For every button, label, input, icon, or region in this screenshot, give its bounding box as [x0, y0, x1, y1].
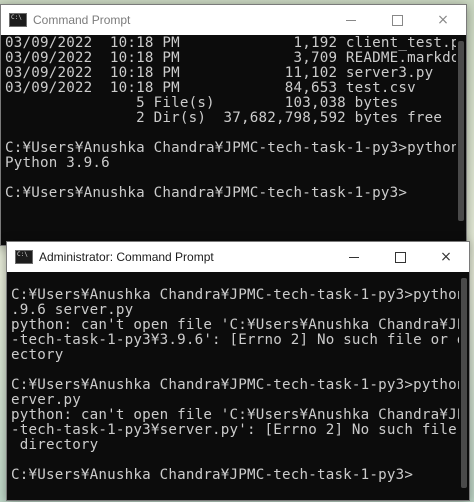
minimize-icon [346, 19, 356, 21]
close-icon: × [440, 249, 452, 265]
console-line: -tech-task-1-py3¥3.9.6': [Errno 2] No su… [11, 332, 470, 348]
window-title: Administrator: Command Prompt [39, 250, 214, 264]
maximize-icon [391, 14, 403, 26]
window-controls: × [331, 242, 469, 272]
command-prompt-window[interactable]: Command Prompt × 03/09/2022 10:18 PM 1,1… [0, 4, 467, 246]
scrollbar-thumb[interactable] [458, 41, 464, 221]
command-prompt-icon [15, 250, 33, 264]
console-output[interactable]: 03/09/2022 10:18 PM 1,192 client_test.py… [1, 35, 466, 201]
maximize-button[interactable] [374, 5, 420, 35]
console-line: C:¥Users¥Anushka Chandra¥JPMC-tech-task-… [11, 467, 414, 483]
console-line: python: can't open file 'C:¥Users¥Anushk… [11, 407, 470, 423]
window-title: Command Prompt [33, 13, 131, 27]
console-output[interactable]: C:¥Users¥Anushka Chandra¥JPMC-tech-task-… [7, 272, 469, 483]
close-button[interactable]: × [420, 5, 466, 35]
console-line: 5 File(s) 103,038 bytes [5, 95, 399, 111]
maximize-button[interactable] [377, 242, 423, 272]
command-prompt-icon [9, 13, 27, 27]
scrollbar[interactable] [459, 272, 469, 500]
minimize-icon [349, 256, 359, 258]
console-line: 2 Dir(s) 37,682,798,592 bytes free [5, 110, 443, 126]
console-line: -tech-task-1-py3¥server.py': [Errno 2] N… [11, 422, 470, 438]
console-line: 03/09/2022 10:18 PM 11,102 server3.py [5, 65, 434, 81]
console-line: directory [11, 437, 99, 453]
console-line: 03/09/2022 10:18 PM 84,653 test.csv [5, 80, 416, 96]
title-bar[interactable]: Command Prompt × [1, 5, 466, 35]
maximize-icon [394, 251, 406, 263]
window-controls: × [328, 5, 466, 35]
console-line: erver.py [11, 392, 81, 408]
console-line: C:¥Users¥Anushka Chandra¥JPMC-tech-task-… [11, 377, 470, 393]
console-line: 03/09/2022 10:18 PM 1,192 client_test.py [5, 35, 467, 51]
console-line: python: can't open file 'C:¥Users¥Anushk… [11, 317, 470, 333]
minimize-button[interactable] [331, 242, 377, 272]
console-line: 03/09/2022 10:18 PM 3,709 README.markdow… [5, 50, 467, 66]
console-line: .9.6 server.py [11, 302, 134, 318]
console-line: C:¥Users¥Anushka Chandra¥JPMC-tech-task-… [11, 287, 470, 303]
scrollbar[interactable] [456, 35, 466, 245]
console-line: Python 3.9.6 [5, 155, 110, 171]
close-icon: × [437, 12, 449, 28]
console-line: ectory [11, 347, 64, 363]
console-line: C:¥Users¥Anushka Chandra¥JPMC-tech-task-… [5, 185, 408, 201]
console-line: C:¥Users¥Anushka Chandra¥JPMC-tech-task-… [5, 140, 467, 156]
scrollbar-thumb[interactable] [461, 278, 467, 488]
minimize-button[interactable] [328, 5, 374, 35]
close-button[interactable]: × [423, 242, 469, 272]
desktop-background: Command Prompt × 03/09/2022 10:18 PM 1,1… [0, 0, 474, 502]
title-bar[interactable]: Administrator: Command Prompt × [7, 242, 469, 272]
administrator-command-prompt-window[interactable]: Administrator: Command Prompt × C:¥Users… [6, 241, 470, 501]
